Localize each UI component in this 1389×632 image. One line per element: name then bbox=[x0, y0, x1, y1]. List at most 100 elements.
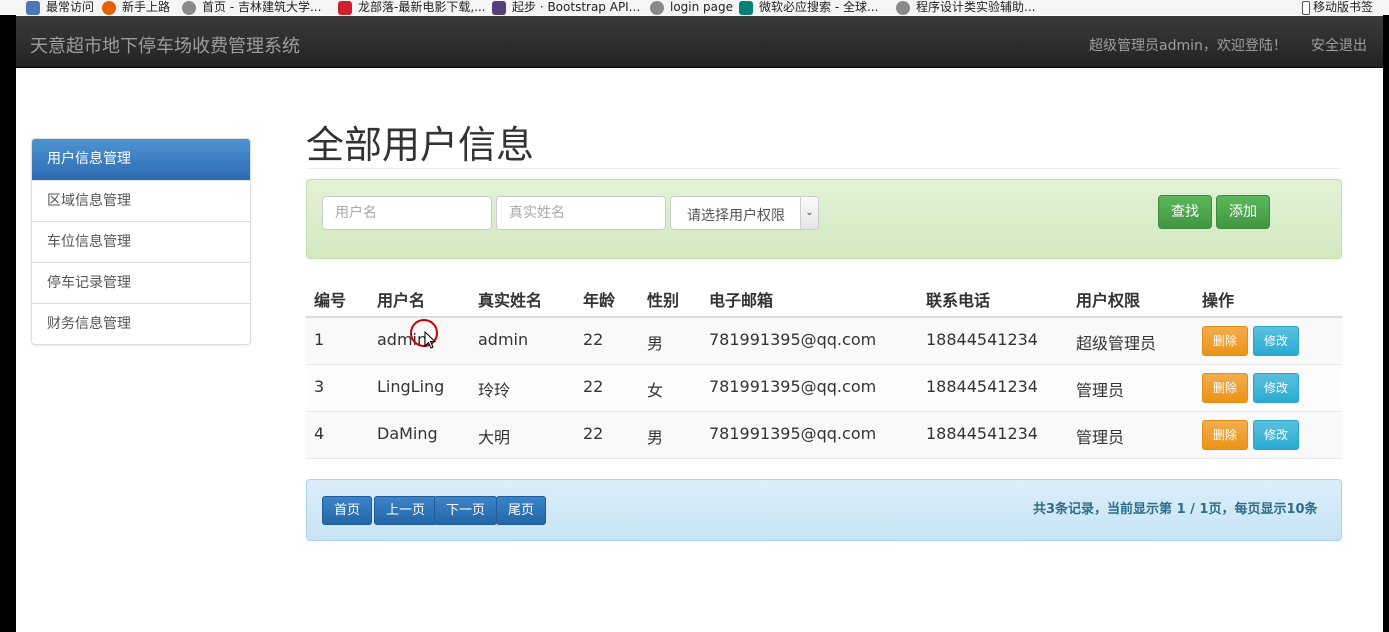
bookmark-label: login page bbox=[670, 0, 734, 14]
cell-id: 4 bbox=[314, 424, 325, 443]
prev-page-button[interactable]: 上一页 bbox=[374, 496, 438, 525]
cell-role: 超级管理员 bbox=[1076, 334, 1157, 353]
pagination-panel: 首页 上一页 下一页 尾页 共3条记录，当前显示第 1 / 1页，每页显示10条 bbox=[306, 479, 1342, 541]
cell-gender: 女 bbox=[647, 381, 664, 400]
last-page-button[interactable]: 尾页 bbox=[496, 496, 547, 525]
welcome-text: 超级管理员admin，欢迎登陆！ bbox=[1089, 38, 1287, 54]
col-email: 电子邮箱 bbox=[709, 291, 774, 310]
col-realname: 真实姓名 bbox=[478, 291, 543, 310]
sidebar-menu: 用户信息管理 区域信息管理 车位信息管理 停车记录管理 财务信息管理 bbox=[31, 138, 251, 345]
role-select[interactable]: 请选择用户权限 ⌄ bbox=[670, 196, 819, 230]
role-select-value: 请选择用户权限 bbox=[687, 208, 785, 224]
cell-age: 22 bbox=[583, 330, 604, 349]
delete-button[interactable]: 删除 bbox=[1202, 373, 1249, 403]
bookmark-bing[interactable]: 微软必应搜索 - 全球... bbox=[739, 0, 878, 15]
globe-icon bbox=[182, 0, 196, 15]
search-panel: 请选择用户权限 ⌄ 查找 添加 bbox=[306, 179, 1342, 259]
table-header: 编号 用户名 真实姓名 年龄 性别 电子邮箱 联系电话 用户权限 操作 bbox=[306, 277, 1342, 318]
globe-icon bbox=[896, 0, 910, 15]
bookmark-most-visited[interactable]: 最常访问 bbox=[26, 0, 94, 15]
realname-input[interactable] bbox=[496, 196, 666, 230]
dragon-icon bbox=[338, 0, 352, 15]
bookmark-getting-started[interactable]: 新手上路 bbox=[102, 0, 170, 15]
brand-title[interactable]: 天意超市地下停车场收费管理系统 bbox=[30, 32, 300, 58]
sidebar-item-parking-records[interactable]: 停车记录管理 bbox=[32, 262, 250, 303]
cell-phone: 18844541234 bbox=[926, 424, 1038, 443]
bing-icon bbox=[739, 0, 753, 15]
pagination-info: 共3条记录，当前显示第 1 / 1页，每页显示10条 bbox=[1033, 502, 1318, 517]
edit-button[interactable]: 修改 bbox=[1253, 373, 1300, 403]
username-input[interactable] bbox=[322, 196, 492, 230]
col-username: 用户名 bbox=[377, 291, 426, 310]
cell-id: 1 bbox=[314, 330, 325, 349]
edit-button[interactable]: 修改 bbox=[1253, 420, 1300, 450]
globe-icon bbox=[650, 0, 664, 15]
firefox-icon bbox=[102, 0, 116, 15]
cell-gender: 男 bbox=[647, 334, 664, 353]
title-divider bbox=[306, 168, 1342, 169]
cell-age: 22 bbox=[583, 377, 604, 396]
mobile-bookmarks[interactable]: 移动版书签 bbox=[1302, 0, 1373, 15]
chevron-down-icon[interactable]: ⌄ bbox=[800, 197, 818, 229]
bookmark-label: 起步 · Bootstrap API... bbox=[512, 0, 641, 14]
cell-realname: admin bbox=[478, 330, 529, 349]
bookmark-label: 最常访问 bbox=[46, 0, 95, 14]
mouse-pointer-icon bbox=[424, 331, 436, 349]
page-title: 全部用户信息 bbox=[306, 123, 535, 167]
cell-email: 781991395@qq.com bbox=[709, 424, 877, 443]
table-row: 3 LingLing 玲玲 22 女 781991395@qq.com 1884… bbox=[306, 365, 1342, 412]
cell-realname: 玲玲 bbox=[478, 381, 511, 400]
bookmark-label: 龙部落-最新电影下载,... bbox=[358, 0, 486, 14]
bookmark-login-page[interactable]: login page bbox=[650, 0, 733, 15]
bookmark-icon bbox=[26, 0, 40, 15]
col-age: 年龄 bbox=[583, 291, 616, 310]
bookmark-label: 首页 - 吉林建筑大学... bbox=[202, 0, 322, 14]
delete-button[interactable]: 删除 bbox=[1202, 420, 1249, 450]
sidebar-item-space-info[interactable]: 车位信息管理 bbox=[32, 221, 250, 262]
screen-gutter-left bbox=[0, 15, 16, 632]
cell-email: 781991395@qq.com bbox=[709, 377, 877, 396]
table-row: 4 DaMing 大明 22 男 781991395@qq.com 188445… bbox=[306, 412, 1342, 459]
bookmarks-bar: 最常访问 新手上路 首页 - 吉林建筑大学... 龙部落-最新电影下载,... … bbox=[0, 0, 1389, 15]
cell-phone: 18844541234 bbox=[926, 330, 1038, 349]
bookmark-label: 程序设计类实验辅助... bbox=[916, 0, 1036, 14]
cell-realname: 大明 bbox=[478, 428, 511, 447]
cell-id: 3 bbox=[314, 377, 325, 396]
col-gender: 性别 bbox=[647, 291, 680, 310]
find-button[interactable]: 查找 bbox=[1158, 195, 1212, 229]
col-role: 用户权限 bbox=[1076, 291, 1141, 310]
logout-link[interactable]: 安全退出 bbox=[1311, 35, 1367, 55]
sidebar-item-finance-info[interactable]: 财务信息管理 bbox=[32, 303, 250, 344]
cell-email: 781991395@qq.com bbox=[709, 330, 877, 349]
cell-role: 管理员 bbox=[1076, 381, 1125, 400]
cell-gender: 男 bbox=[647, 428, 664, 447]
mobile-bookmarks-label: 移动版书签 bbox=[1313, 0, 1374, 14]
edit-button[interactable]: 修改 bbox=[1253, 326, 1300, 356]
screen-gutter-right bbox=[1383, 15, 1389, 632]
bookmark-programming-lab[interactable]: 程序设计类实验辅助... bbox=[896, 0, 1035, 15]
bookmark-bootstrap[interactable]: 起步 · Bootstrap API... bbox=[492, 0, 640, 15]
cell-username: LingLing bbox=[377, 377, 445, 396]
bookmark-label: 微软必应搜索 - 全球... bbox=[759, 0, 879, 14]
user-table: 编号 用户名 真实姓名 年龄 性别 电子邮箱 联系电话 用户权限 操作 1 ad… bbox=[306, 277, 1342, 459]
col-phone: 联系电话 bbox=[926, 291, 991, 310]
first-page-button[interactable]: 首页 bbox=[322, 496, 373, 525]
cell-role: 管理员 bbox=[1076, 428, 1125, 447]
mobile-icon bbox=[1302, 0, 1310, 15]
bootstrap-icon bbox=[492, 0, 506, 15]
col-id: 编号 bbox=[314, 291, 347, 310]
next-page-button[interactable]: 下一页 bbox=[434, 496, 498, 525]
bookmark-longbuluo[interactable]: 龙部落-最新电影下载,... bbox=[338, 0, 486, 15]
col-actions: 操作 bbox=[1202, 291, 1235, 310]
sidebar-item-user-info[interactable]: 用户信息管理 bbox=[32, 139, 250, 180]
top-navbar: 天意超市地下停车场收费管理系统 超级管理员admin，欢迎登陆！ 安全退出 bbox=[16, 16, 1383, 68]
table-row: 1 admin admin 22 男 781991395@qq.com 1884… bbox=[306, 318, 1342, 365]
delete-button[interactable]: 删除 bbox=[1202, 326, 1249, 356]
sidebar-item-area-info[interactable]: 区域信息管理 bbox=[32, 180, 250, 221]
bookmark-jlju[interactable]: 首页 - 吉林建筑大学... bbox=[182, 0, 321, 15]
add-button[interactable]: 添加 bbox=[1216, 195, 1270, 229]
cell-age: 22 bbox=[583, 424, 604, 443]
cell-username: DaMing bbox=[377, 424, 438, 443]
cell-phone: 18844541234 bbox=[926, 377, 1038, 396]
bookmark-label: 新手上路 bbox=[122, 0, 171, 14]
